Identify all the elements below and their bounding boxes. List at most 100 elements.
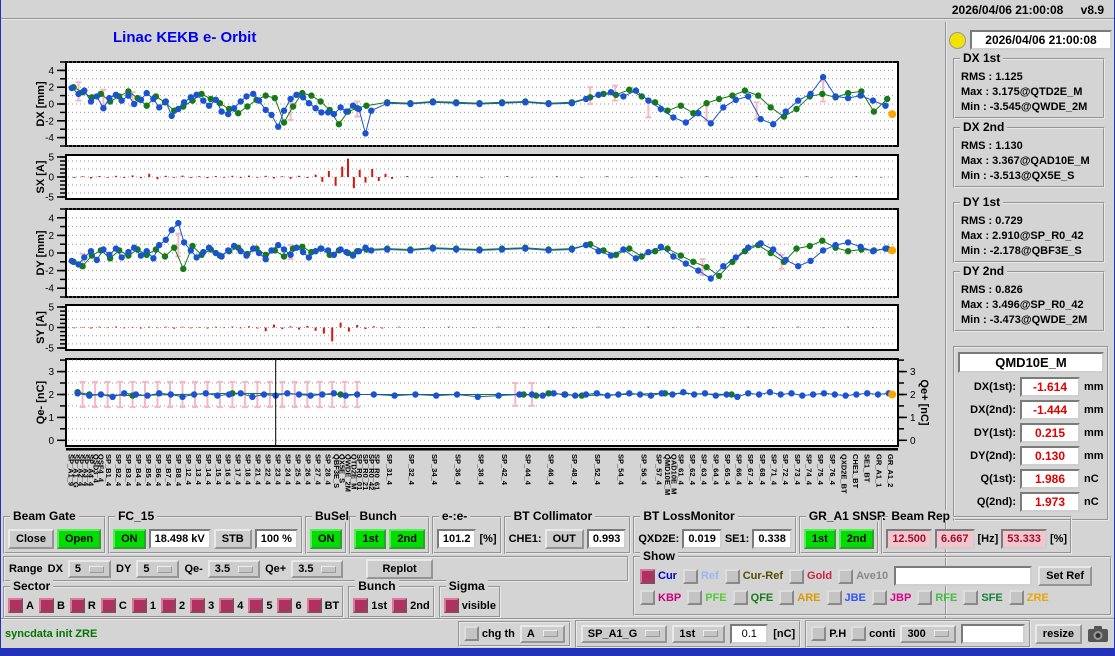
beam-gate-open-button[interactable]: Open xyxy=(56,528,102,549)
ph-checkbox[interactable] xyxy=(811,626,827,641)
show-gold-item[interactable]: Gold xyxy=(789,568,832,584)
show-kbp-checkbox[interactable] xyxy=(640,590,655,605)
dy-plot[interactable]: -4-2024DY [mm] xyxy=(29,207,929,299)
dy-2nd-stats: DY 2nd RMS : 0.826 Max : 3.496@SP_R0_42 … xyxy=(953,265,1105,332)
bunch-checkbox[interactable] xyxy=(392,598,408,613)
sector-checkbox[interactable] xyxy=(100,598,116,613)
sector-item[interactable]: B xyxy=(38,598,65,613)
fc15-stb-button[interactable]: STB xyxy=(213,528,252,549)
show-gold-checkbox[interactable] xyxy=(789,568,805,584)
gr-a1-2nd-button[interactable]: 2nd xyxy=(838,528,875,549)
option-menu-icon xyxy=(157,565,173,573)
svg-text:SP_36_4: SP_36_4 xyxy=(453,454,462,486)
sector-item[interactable]: 2 xyxy=(160,598,185,613)
device-dropdown[interactable]: SP_A1_G xyxy=(580,624,668,643)
bunch-2nd-button[interactable]: 2nd xyxy=(389,528,425,549)
sector-select-dropdown[interactable]: A xyxy=(519,624,565,643)
camera-icon[interactable] xyxy=(1086,624,1110,643)
sector-checkbox[interactable] xyxy=(8,598,23,613)
show-ave10-checkbox[interactable] xyxy=(838,568,854,584)
range-qe-minus-dropdown[interactable]: 3.5 xyxy=(207,560,261,578)
bunch-1st-button[interactable]: 1st xyxy=(354,528,387,549)
sector-item[interactable]: 3 xyxy=(190,598,214,613)
sector-checkbox[interactable] xyxy=(69,598,85,613)
replot-button[interactable]: Replot xyxy=(366,559,433,579)
show-zre-checkbox[interactable] xyxy=(1008,590,1024,605)
che1-out-button[interactable]: OUT xyxy=(544,528,584,549)
svg-text:SP_44_4: SP_44_4 xyxy=(523,454,532,486)
chg-th-checkbox[interactable] xyxy=(463,626,479,641)
bunch-select-dropdown[interactable]: 1st xyxy=(672,624,726,643)
sector-item[interactable]: C xyxy=(100,598,127,613)
blank-input[interactable] xyxy=(960,623,1025,644)
sector-item[interactable]: 1 xyxy=(131,598,156,613)
svg-text:SP_72_4: SP_72_4 xyxy=(781,454,790,486)
set-ref-button[interactable]: Set Ref xyxy=(1038,566,1093,586)
busel-on-button[interactable]: ON xyxy=(309,528,343,549)
show-ave10-item[interactable]: Ave10 xyxy=(838,568,888,584)
conti-item[interactable]: conti xyxy=(851,626,895,641)
range-qe-plus-dropdown[interactable]: 3.5 xyxy=(291,560,344,578)
sector-checkbox[interactable] xyxy=(248,598,264,613)
sector-item[interactable]: 4 xyxy=(219,598,243,613)
fc15-on-button[interactable]: ON xyxy=(113,528,146,549)
sy-plot[interactable]: -505SY [A] xyxy=(29,303,929,352)
show-kbp-item[interactable]: KBP xyxy=(640,590,681,605)
svg-text:SP_68_4: SP_68_4 xyxy=(758,454,767,486)
show-zre-item[interactable]: ZRE xyxy=(1008,590,1049,605)
show-qfe-item[interactable]: QFE xyxy=(732,590,773,605)
show-ref-item[interactable]: Ref xyxy=(682,568,719,584)
chg-th-item[interactable]: chg th xyxy=(463,626,515,641)
sigma-visible-checkbox[interactable] xyxy=(443,598,459,613)
threshold-input[interactable] xyxy=(730,623,769,644)
show-sfe-item[interactable]: SFE xyxy=(963,590,1003,605)
sector-checkbox[interactable] xyxy=(190,598,206,613)
show-rfe-item[interactable]: RFE xyxy=(917,590,957,605)
range-dx-dropdown[interactable]: 5 xyxy=(67,560,112,578)
sector-item[interactable]: R xyxy=(69,598,96,613)
show-jbp-checkbox[interactable] xyxy=(871,590,887,605)
show-are-item[interactable]: ARE xyxy=(779,590,821,605)
range-dy-dropdown[interactable]: 5 xyxy=(136,560,180,578)
show-jbe-checkbox[interactable] xyxy=(826,590,842,605)
range-bar: Range DX 5 DY 5 Qe- 3.5 Qe+ 3.5 Replot xyxy=(3,556,629,582)
sector-item[interactable]: 5 xyxy=(248,598,272,613)
show-rfe-checkbox[interactable] xyxy=(917,590,933,605)
svg-text:SP_61_4: SP_61_4 xyxy=(676,454,685,486)
sector-item[interactable]: 6 xyxy=(277,598,302,613)
show-sfe-checkbox[interactable] xyxy=(963,590,979,605)
ref-name-input[interactable] xyxy=(894,566,1033,586)
show-cur-ref-checkbox[interactable] xyxy=(724,568,740,584)
sector-item[interactable]: BT xyxy=(306,598,339,613)
show-qfe-checkbox[interactable] xyxy=(732,590,748,605)
qe-plot[interactable]: 0 01 12 23 3Qe- [nC] Qe+ [nC] xyxy=(29,357,929,448)
bunch-item[interactable]: 1st xyxy=(353,598,387,613)
ph-item[interactable]: P.H xyxy=(811,626,846,641)
show-pfe-item[interactable]: PFE xyxy=(687,590,727,605)
bunch-item[interactable]: 2nd xyxy=(392,598,430,613)
show-pfe-checkbox[interactable] xyxy=(687,590,703,605)
show-are-checkbox[interactable] xyxy=(779,590,795,605)
show-jbp-item[interactable]: JBP xyxy=(871,590,911,605)
sector-checkbox[interactable] xyxy=(160,598,176,613)
show-cur-checkbox[interactable] xyxy=(640,568,655,584)
beam-gate-close-button[interactable]: Close xyxy=(8,528,54,549)
resize-button[interactable]: resize xyxy=(1034,623,1082,644)
sector-checkbox[interactable] xyxy=(306,598,322,613)
sigma-visible-item[interactable]: visible xyxy=(443,598,496,613)
show-cur-item[interactable]: Cur xyxy=(640,568,677,584)
gr-a1-1st-button[interactable]: 1st xyxy=(803,528,836,549)
sector-checkbox[interactable] xyxy=(219,598,235,613)
show-ref-checkbox[interactable] xyxy=(682,568,698,584)
show-cur-ref-item[interactable]: Cur-Ref xyxy=(724,568,783,584)
conti-checkbox[interactable] xyxy=(851,626,867,641)
show-jbe-item[interactable]: JBE xyxy=(826,590,866,605)
bunch-checkbox[interactable] xyxy=(353,598,369,613)
sector-checkbox[interactable] xyxy=(38,598,54,613)
sector-item[interactable]: A xyxy=(8,598,34,613)
count-dropdown[interactable]: 300 xyxy=(900,624,956,643)
dx-plot[interactable]: -4-2024DX [mm] xyxy=(29,60,929,148)
sector-checkbox[interactable] xyxy=(131,598,147,613)
sector-checkbox[interactable] xyxy=(277,598,293,613)
sx-plot[interactable]: -505SX [A] xyxy=(29,153,929,201)
